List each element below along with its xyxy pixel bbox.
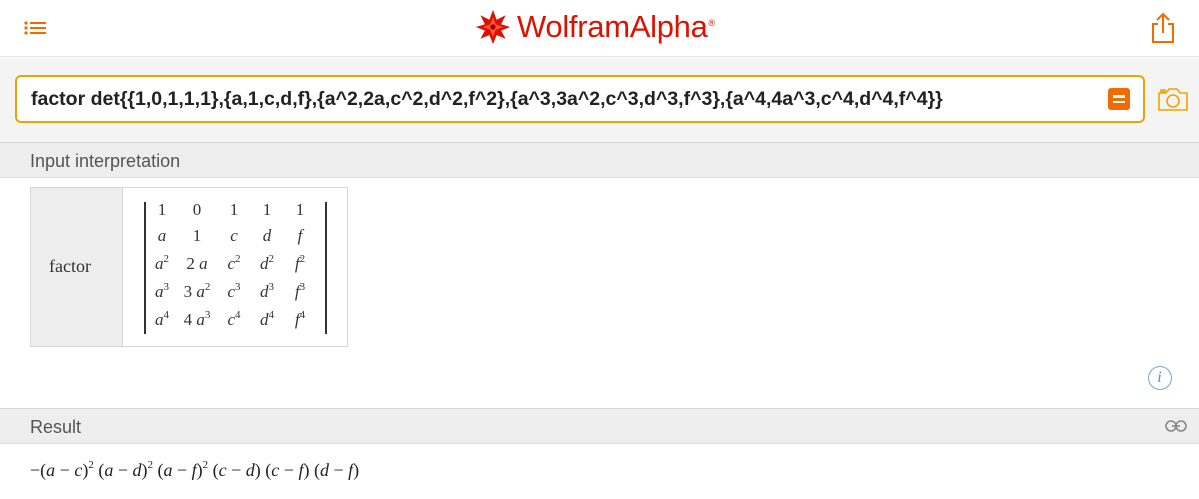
logo-text-alpha: Alpha: [629, 9, 708, 44]
matrix-cell-r4-c2: 3 a2: [183, 281, 211, 302]
matrix-cell-r2-c3: c: [230, 226, 238, 245]
logo-text: WolframAlpha®: [517, 9, 715, 45]
result-factor: (d − f): [309, 460, 360, 480]
share-icon[interactable]: [1150, 12, 1176, 44]
wolfram-alpha-logo[interactable]: WolframAlpha®: [475, 8, 715, 46]
result-factor: (a − d)2: [93, 459, 153, 481]
matrix-cell-r1-c3: 1: [229, 200, 239, 219]
matrix-cell-r1-c2: 0: [192, 200, 202, 219]
interpretation-label: factor: [49, 256, 91, 276]
input-interpretation-table: factor 1 0 1 1 1 a 1 c d f a2 2 a c2 d2 f2 a3 3 a2 c3 d3 f3…: [30, 187, 348, 347]
input-interpretation-title: Input interpretation: [30, 151, 181, 171]
result-factor: −(a − c)2: [30, 459, 94, 481]
wolfram-star-icon: [475, 9, 511, 45]
result-header: Result: [0, 408, 1199, 444]
interpretation-label-cell: factor: [31, 188, 123, 346]
matrix-cell-r2-c1: a: [157, 226, 167, 245]
search-bar-area: factor det{{1,0,1,1,1},{a,1,c,d,f},{a^2,…: [0, 58, 1199, 142]
matrix-cell-r5-c1: a4: [155, 309, 169, 330]
result-factor: (c − d): [208, 460, 261, 480]
matrix-cell-r4-c5: f3: [294, 281, 306, 302]
matrix-cell-r2-c5: f: [297, 226, 303, 245]
matrix-cell-r3-c5: f2: [294, 253, 306, 274]
matrix-cell-r4-c1: a3: [155, 281, 169, 302]
search-input[interactable]: factor det{{1,0,1,1,1},{a,1,c,d,f},{a^2,…: [15, 75, 1145, 123]
info-icon[interactable]: i: [1148, 366, 1172, 390]
result-title: Result: [30, 417, 82, 437]
matrix-cell-r3-c1: a2: [155, 253, 169, 274]
matrix-cell-r5-c2: 4 a3: [183, 309, 211, 330]
matrix-cell-r3-c2: 2 a: [186, 254, 208, 273]
matrix-cell-r2-c2: 1: [192, 226, 202, 245]
matrix-cell-r3-c3: c2: [227, 253, 241, 274]
matrix-cell-r2-c4: d: [262, 226, 272, 245]
matrix-cell-r1-c4: 1: [262, 200, 272, 219]
registered-mark: ®: [708, 17, 716, 28]
camera-icon[interactable]: [1157, 86, 1189, 112]
top-bar: WolframAlpha®: [0, 0, 1199, 57]
matrix-cell-r4-c4: d3: [260, 281, 274, 302]
matrix-cell-r5-c3: c4: [227, 309, 241, 330]
logo-text-wolfram: Wolfram: [517, 9, 630, 44]
hamburger-menu-icon[interactable]: [24, 17, 48, 39]
determinant-bar-right: [325, 202, 327, 334]
matrix-cell-r1-c1: 1: [157, 200, 167, 219]
input-interpretation-header: Input interpretation: [0, 142, 1199, 178]
matrix-cell-r1-c5: 1: [295, 200, 305, 219]
matrix-cell-r3-c4: d2: [260, 253, 274, 274]
result-factor: (c − f): [260, 460, 310, 480]
matrix-cell-r5-c4: d4: [260, 309, 274, 330]
search-query-text[interactable]: factor det{{1,0,1,1,1},{a,1,c,d,f},{a^2,…: [31, 88, 943, 111]
result-factor: (a − f)2: [152, 459, 209, 481]
determinant-matrix: 1 0 1 1 1 a 1 c d f a2 2 a c2 d2 f2 a3 3 a2 c3 d3 f3 a4 4 a3 c…: [144, 200, 328, 334]
equals-icon[interactable]: [1108, 88, 1130, 110]
matrix-cell-r4-c3: c3: [227, 281, 241, 302]
link-icon[interactable]: [1165, 419, 1187, 433]
result-expression: −(a − c)2 (a − d)2 (a − f)2 (c − d) (c −…: [30, 460, 359, 481]
matrix-cell-r5-c5: f4: [294, 309, 306, 330]
